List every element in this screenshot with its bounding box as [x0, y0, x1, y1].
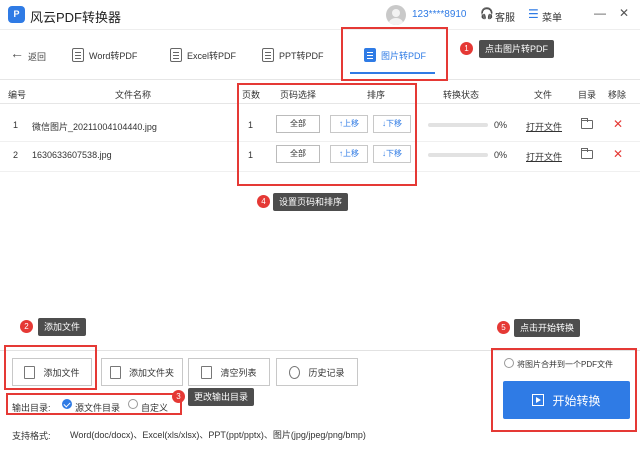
clock-icon: [289, 365, 301, 379]
start-convert-label: 开始转换: [552, 393, 601, 408]
conversion-progress-bar: [428, 153, 488, 157]
annotation-box-image-tab: [341, 27, 448, 81]
back-arrow-icon[interactable]: ←: [10, 45, 24, 61]
tab-label: Excel转PDF: [187, 50, 237, 61]
step-badge-1: 1: [460, 42, 473, 55]
trash-icon: [201, 365, 213, 379]
radio-source-dir-label[interactable]: 源文件目录: [75, 401, 120, 414]
headset-icon[interactable]: 🎧: [480, 7, 494, 20]
row-index: 2: [13, 150, 19, 160]
close-window-button[interactable]: ✕: [616, 6, 632, 20]
title-bar: P 风云PDF转换器 123****8910 🎧 客服 ☰ 菜单 — ✕: [0, 0, 640, 30]
tab-label: Word转PDF: [89, 50, 138, 61]
annotation-box-add-file: [4, 345, 97, 390]
conversion-progress-bar: [428, 123, 488, 127]
row-file-name: 1630633607538.jpg: [32, 150, 112, 160]
ppt-doc-icon: [262, 48, 274, 62]
output-dir-label: 输出目录:: [12, 403, 51, 413]
radio-source-dir[interactable]: [62, 399, 72, 409]
clear-list-button[interactable]: 清空列表: [188, 358, 270, 386]
back-button[interactable]: 返回: [28, 50, 46, 63]
remove-icon[interactable]: ✕: [613, 147, 623, 161]
progress-percent: 0%: [494, 120, 508, 130]
merge-pdf-label[interactable]: 将图片合并到一个PDF文件: [517, 359, 613, 370]
tab-label: PPT转PDF: [279, 50, 324, 61]
start-convert-button[interactable]: 开始转换: [503, 381, 630, 419]
tab-excel-to-pdf[interactable]: Excel转PDF: [170, 45, 236, 65]
col-remove: 移除: [608, 90, 627, 100]
excel-doc-icon: [170, 48, 182, 62]
step-badge-5: 5: [497, 321, 510, 334]
user-avatar[interactable]: [386, 5, 406, 25]
menu-icon[interactable]: ☰: [528, 7, 539, 21]
radio-custom-dir-label[interactable]: 自定义: [141, 401, 168, 414]
col-status: 转换状态: [443, 90, 480, 100]
step-badge-2: 2: [20, 320, 33, 333]
step-tip-1: 点击图片转PDF: [479, 40, 555, 58]
app-title: 风云PDF转换器: [30, 10, 122, 25]
col-index: 编号: [8, 90, 27, 100]
col-file: 文件: [534, 90, 553, 100]
folder-add-icon: [109, 365, 121, 379]
formats-value: Word(doc/docx)、Excel(xls/xlsx)、PPT(ppt/p…: [70, 430, 366, 440]
row-index: 1: [13, 120, 19, 130]
clear-list-label: 清空列表: [220, 367, 257, 378]
step-badge-4: 4: [257, 195, 270, 208]
formats-label: 支持格式:: [12, 431, 51, 441]
folder-icon[interactable]: [581, 118, 593, 129]
tab-word-to-pdf[interactable]: Word转PDF: [72, 45, 137, 65]
step-tip-5: 点击开始转换: [514, 319, 581, 337]
tab-ppt-to-pdf[interactable]: PPT转PDF: [262, 45, 324, 65]
service-button[interactable]: 客服: [495, 9, 515, 24]
step-badge-3: 3: [172, 390, 185, 403]
radio-custom-dir[interactable]: [128, 399, 138, 409]
step-tip-3: 更改输出目录: [188, 388, 255, 406]
minimize-button[interactable]: —: [592, 6, 608, 20]
remove-icon[interactable]: ✕: [613, 117, 623, 131]
folder-icon[interactable]: [581, 148, 593, 159]
add-folder-button[interactable]: 添加文件夹: [101, 358, 183, 386]
col-dir: 目录: [578, 90, 597, 100]
menu-button[interactable]: 菜单: [542, 9, 562, 24]
word-doc-icon: [72, 48, 84, 62]
play-icon: [532, 394, 545, 406]
app-logo-icon: P: [8, 6, 25, 23]
open-file-link[interactable]: 打开文件: [526, 120, 562, 133]
add-folder-label: 添加文件夹: [128, 367, 174, 378]
merge-pdf-checkbox[interactable]: [504, 358, 514, 368]
step-tip-4: 设置页码和排序: [273, 193, 349, 211]
user-name[interactable]: 123****8910: [412, 9, 467, 20]
open-file-link[interactable]: 打开文件: [526, 150, 562, 163]
row-file-name: 微信图片_20211004104440.jpg: [32, 122, 157, 132]
history-button[interactable]: 历史记录: [276, 358, 358, 386]
col-name: 文件名称: [115, 90, 152, 100]
progress-percent: 0%: [494, 150, 508, 160]
step-tip-2: 添加文件: [38, 318, 87, 336]
history-label: 历史记录: [308, 367, 345, 378]
annotation-box-page-order: [237, 83, 417, 186]
